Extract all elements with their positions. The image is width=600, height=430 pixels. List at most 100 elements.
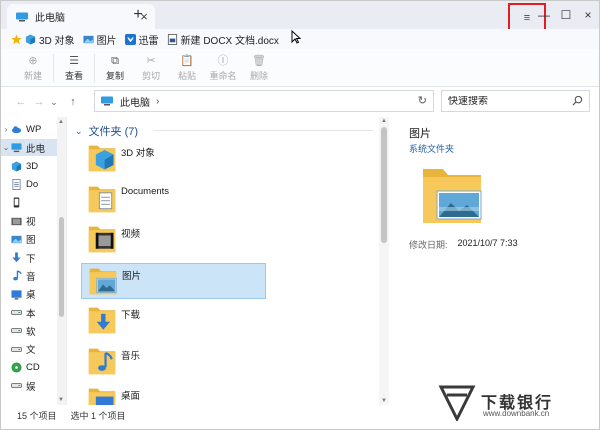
- favorite-pictures[interactable]: 图片: [83, 32, 117, 47]
- scrollbar-thumb[interactable]: [381, 127, 387, 243]
- folder-item[interactable]: 图片: [81, 262, 266, 299]
- nav-item-label: 视: [26, 217, 36, 228]
- pc-icon: [11, 142, 22, 153]
- address-row: ← → ⌄ ↑ 此电脑 › ↻: [1, 89, 599, 115]
- download-icon: [11, 252, 22, 263]
- drive-icon: [11, 344, 22, 355]
- refresh-icon[interactable]: ↻: [418, 94, 427, 107]
- copy-button[interactable]: ⧉ 复制: [97, 51, 133, 85]
- folder-name: 下载: [121, 310, 141, 321]
- nav-item-label: 桌: [26, 290, 36, 302]
- nav-item[interactable]: CD: [1, 359, 57, 376]
- paste-label: 粘贴: [177, 70, 196, 81]
- new-tab-button[interactable]: +: [129, 6, 147, 24]
- nav-scrollbar[interactable]: ▲ ▼: [57, 117, 66, 405]
- nav-item[interactable]: › WP: [1, 121, 57, 138]
- scrollbar-thumb[interactable]: [59, 217, 64, 317]
- cut-button[interactable]: ✂ 剪切: [133, 51, 169, 85]
- address-bar[interactable]: 此电脑 › ↻: [94, 90, 434, 112]
- preview-pane: 图片 系统文件夹 修改日期: 2021/10/7 7:33: [399, 117, 599, 405]
- document-icon: [11, 178, 22, 190]
- nav-item[interactable]: 视: [1, 213, 57, 230]
- paste-button[interactable]: 📋 粘贴: [169, 51, 205, 85]
- scroll-up-icon[interactable]: ▲: [58, 119, 64, 125]
- nav-item[interactable]: 音: [1, 267, 57, 284]
- list-icon: ☰: [69, 54, 79, 67]
- folder-item[interactable]: 音乐: [81, 344, 266, 380]
- favorite-docx[interactable]: 新建 DOCX 文档.docx: [167, 32, 279, 47]
- favorite-label: 图片: [96, 35, 117, 47]
- folder-item[interactable]: 视频: [81, 222, 266, 258]
- close-window-button[interactable]: ×: [577, 4, 599, 26]
- expand-chevron-icon[interactable]: ⌄: [1, 143, 11, 152]
- ribbon-divider: [53, 53, 54, 82]
- trash-icon: 🗑: [252, 54, 266, 67]
- nav-item[interactable]: 下: [1, 249, 57, 266]
- folders-group-header[interactable]: ⌄ 文件夹 (7): [75, 123, 138, 139]
- pictures-folder-icon: [423, 169, 482, 223]
- content-scrollbar[interactable]: ▲ ▼: [379, 117, 389, 405]
- drive-icon: [11, 307, 22, 318]
- folder-item[interactable]: 桌面: [81, 384, 266, 405]
- folder-icon: [87, 344, 117, 378]
- new-label: 新建: [23, 70, 42, 81]
- pc-icon: [16, 12, 28, 21]
- scroll-down-icon[interactable]: ▼: [58, 397, 64, 403]
- nav-item[interactable]: 本: [1, 304, 57, 321]
- mouse-cursor-icon: [291, 30, 301, 44]
- nav-item[interactable]: [1, 194, 57, 211]
- nav-item[interactable]: 桌: [1, 286, 57, 303]
- folder-icon: [88, 264, 118, 298]
- folder-icon: [87, 182, 117, 216]
- new-button[interactable]: ⊕ 新建: [15, 51, 51, 85]
- drive-icon: [11, 380, 22, 391]
- search-icon[interactable]: [572, 95, 583, 106]
- rename-label: 重命名: [209, 70, 237, 81]
- cloud-icon: [11, 124, 22, 135]
- view-button[interactable]: ☰ 查看: [56, 51, 92, 85]
- cube-icon: [11, 161, 22, 172]
- cd-icon: [11, 362, 22, 373]
- favorite-thunder[interactable]: 迅雷: [124, 32, 159, 47]
- expand-chevron-icon[interactable]: ›: [1, 125, 11, 134]
- picture-icon: [11, 234, 22, 245]
- nav-item[interactable]: 文: [1, 341, 57, 358]
- scroll-up-icon[interactable]: ▲: [381, 118, 387, 124]
- video-icon: [11, 216, 22, 227]
- nav-item[interactable]: Do: [1, 176, 57, 193]
- folder-icon: [87, 384, 117, 405]
- scroll-down-icon[interactable]: ▼: [381, 398, 387, 404]
- recent-locations-dropdown[interactable]: ⌄: [49, 93, 59, 111]
- search-box[interactable]: [441, 90, 590, 112]
- maximize-button[interactable]: ☐: [555, 4, 577, 26]
- forward-button[interactable]: →: [31, 93, 47, 111]
- nav-item-label: 文: [26, 345, 36, 357]
- breadcrumb-this-pc[interactable]: 此电脑: [120, 94, 150, 109]
- search-input[interactable]: [448, 95, 558, 107]
- nav-item[interactable]: 软: [1, 322, 57, 339]
- clipboard-icon: 📋: [180, 54, 194, 67]
- phone-icon: [11, 197, 22, 208]
- plus-circle-icon: ⊕: [28, 54, 38, 67]
- nav-item[interactable]: 图: [1, 231, 57, 248]
- folder-item[interactable]: 下载: [81, 303, 266, 339]
- modified-date-value: 2021/10/7 7:33: [457, 238, 518, 248]
- favorite-3d-objects[interactable]: 3D 对象: [11, 32, 75, 47]
- nav-item-label: 图: [26, 235, 36, 247]
- delete-button[interactable]: 🗑 删除: [241, 51, 277, 85]
- nav-item[interactable]: 3D: [1, 158, 57, 175]
- rename-button[interactable]: Ⓘ 重命名: [205, 51, 241, 85]
- nav-item[interactable]: ⌄ 此电: [1, 139, 57, 157]
- folder-item[interactable]: Documents: [81, 182, 266, 218]
- nav-item-label: CD: [26, 361, 40, 373]
- folder-name: 视频: [121, 229, 141, 240]
- preview-subtitle: 系统文件夹: [409, 144, 455, 154]
- folder-item[interactable]: 3D 对象: [81, 141, 266, 177]
- minimize-button[interactable]: —: [533, 4, 555, 26]
- ribbon-divider: [94, 53, 95, 82]
- up-button[interactable]: ↑: [65, 93, 81, 111]
- breadcrumb-chevron-icon[interactable]: ›: [156, 96, 159, 107]
- view-label: 查看: [64, 70, 83, 81]
- nav-item[interactable]: 娱: [1, 377, 57, 394]
- back-button[interactable]: ←: [13, 93, 29, 111]
